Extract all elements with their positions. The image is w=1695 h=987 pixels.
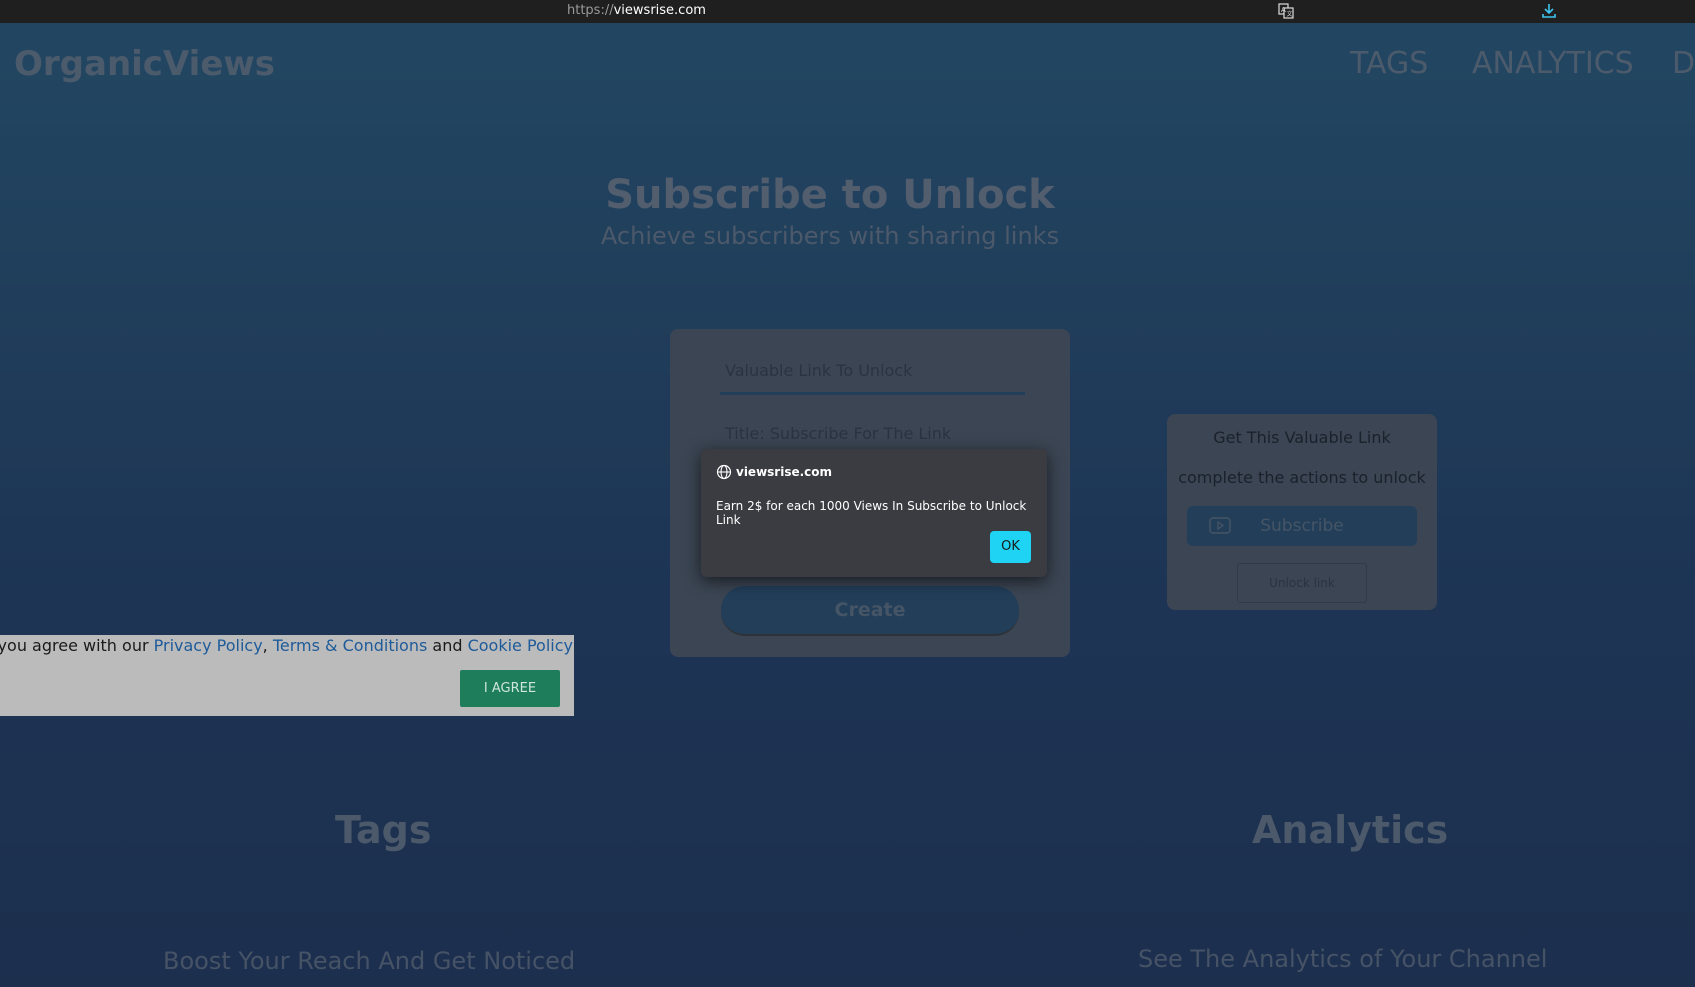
agree-button[interactable]: I AGREE	[460, 670, 560, 707]
cookie-text: s website you agree with our Privacy Pol…	[0, 636, 573, 655]
browser-url-bar: https://viewsrise.com A 文	[0, 0, 1695, 23]
svg-text:A: A	[1281, 6, 1286, 14]
cookie-banner: s website you agree with our Privacy Pol…	[0, 635, 574, 716]
cookie-and: and	[427, 636, 468, 655]
url-host: viewsrise.com	[613, 3, 706, 18]
privacy-policy-link[interactable]: Privacy Policy	[154, 636, 263, 655]
translate-icon[interactable]: A 文	[1278, 3, 1294, 19]
globe-icon	[716, 464, 732, 480]
cookie-policy-link[interactable]: Cookie Policy	[468, 636, 573, 655]
alert-dialog: viewsrise.com Earn 2$ for each 1000 View…	[701, 449, 1047, 577]
cookie-prefix: s website you agree with our	[0, 636, 149, 655]
url-scheme: https://	[567, 3, 614, 18]
download-icon[interactable]	[1540, 2, 1558, 20]
alert-origin: viewsrise.com	[736, 465, 833, 479]
terms-link[interactable]: Terms & Conditions	[273, 636, 427, 655]
address-bar[interactable]: https://viewsrise.com	[567, 3, 706, 18]
alert-message: Earn 2$ for each 1000 Views In Subscribe…	[716, 499, 1027, 527]
svg-text:文: 文	[1287, 10, 1293, 18]
cookie-comma: ,	[262, 636, 273, 655]
ok-button[interactable]: OK	[990, 531, 1031, 563]
